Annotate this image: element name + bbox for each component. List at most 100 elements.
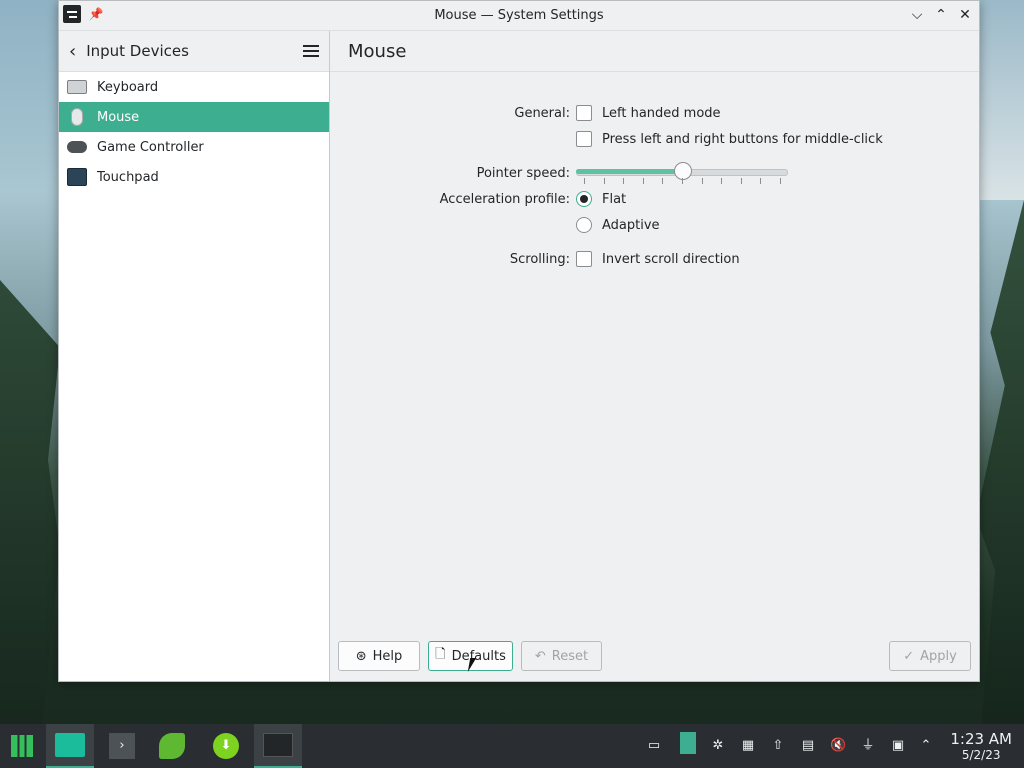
system-settings-app-icon[interactable] xyxy=(63,5,81,23)
network-icon[interactable]: ▣ xyxy=(890,738,906,754)
slider-tick xyxy=(701,178,703,184)
acceleration-label: Acceleration profile: xyxy=(439,191,570,207)
close-button[interactable]: ✕ xyxy=(957,5,973,25)
sidebar-item-label: Game Controller xyxy=(97,139,204,155)
adaptive-radio[interactable]: Adaptive xyxy=(576,217,660,233)
taskbar-software-center[interactable]: ⬇ xyxy=(204,724,248,768)
checkbox-label: Left handed mode xyxy=(602,105,721,121)
sidebar-item-label: Touchpad xyxy=(97,169,159,185)
pointer-speed-label: Pointer speed: xyxy=(476,165,570,181)
taskbar-app[interactable] xyxy=(150,724,194,768)
title-bar[interactable]: 📌 Mouse — System Settings ⌵ ⌃ ✕ xyxy=(59,1,979,31)
pager-icon[interactable] xyxy=(680,732,696,754)
defaults-label: Defaults xyxy=(451,648,506,664)
slider-tick xyxy=(642,178,644,184)
checkbox-box[interactable] xyxy=(576,105,592,121)
download-icon: ⬇ xyxy=(213,733,239,759)
slider-tick xyxy=(603,178,605,184)
hamburger-menu-icon[interactable] xyxy=(303,45,319,57)
slider-tick xyxy=(623,178,625,184)
pointer-speed-slider[interactable] xyxy=(576,161,788,185)
help-button[interactable]: ⊛ Help xyxy=(338,641,420,671)
updates-icon[interactable]: ⇧ xyxy=(770,738,786,754)
apply-button[interactable]: ✓ Apply xyxy=(889,641,971,671)
usb-device-icon[interactable]: ⏚ xyxy=(860,738,876,754)
slider-handle[interactable] xyxy=(674,162,692,180)
activity-icon[interactable]: ▦ xyxy=(740,738,756,754)
chevron-up-icon: ⌃ xyxy=(935,7,947,23)
middle-click-checkbox[interactable]: Press left and right buttons for middle-… xyxy=(576,131,883,147)
checkmark-icon: ✓ xyxy=(903,648,915,664)
sidebar-item-touchpad[interactable]: Touchpad xyxy=(59,162,329,192)
window-title: Mouse — System Settings xyxy=(434,8,604,23)
show-desktop-icon[interactable]: ▭ xyxy=(646,738,662,754)
general-label: General: xyxy=(514,105,570,121)
mouse-icon xyxy=(67,108,87,126)
application-launcher[interactable] xyxy=(0,724,44,768)
scrolling-label: Scrolling: xyxy=(509,251,570,267)
checkbox-label: Invert scroll direction xyxy=(602,251,740,267)
checkbox-label: Press left and right buttons for middle-… xyxy=(602,131,883,147)
clock-date: 5/2/23 xyxy=(961,748,1001,762)
content-area: Mouse General: Left handed mode Press le… xyxy=(330,31,979,681)
kde-connect-icon[interactable]: ✲ xyxy=(710,738,726,754)
acceleration-row: Acceleration profile: Flat xyxy=(330,187,930,211)
sidebar-item-mouse[interactable]: Mouse xyxy=(59,102,329,132)
reset-button[interactable]: ↶ Reset xyxy=(521,641,602,671)
page-title: Mouse xyxy=(330,31,979,72)
checkbox-box[interactable] xyxy=(576,131,592,147)
chevron-down-icon: ⌵ xyxy=(911,7,923,23)
sidebar-item-label: Keyboard xyxy=(97,79,159,95)
digital-clock[interactable]: 1:23 AM 5/2/23 xyxy=(950,730,1012,762)
chevron-left-icon: ‹ xyxy=(69,40,77,62)
system-settings-window: 📌 Mouse — System Settings ⌵ ⌃ ✕ ‹ Input … xyxy=(58,0,980,682)
keyboard-icon xyxy=(67,78,87,96)
invert-scroll-checkbox[interactable]: Invert scroll direction xyxy=(576,251,740,267)
slider-tick xyxy=(682,178,683,184)
pointer-speed-row: Pointer speed: xyxy=(330,161,930,185)
radio-button[interactable] xyxy=(576,217,592,233)
minimize-button[interactable]: ⌵ xyxy=(909,5,925,25)
slider-tick xyxy=(780,178,781,184)
footer-buttons: ⊛ Help 🗋 Defaults ↶ Reset ✓ Apply xyxy=(338,641,971,673)
back-button[interactable]: ‹ xyxy=(69,41,76,62)
taskbar-terminal[interactable]: › xyxy=(100,724,144,768)
folder-icon xyxy=(55,733,85,757)
terminal-icon: › xyxy=(109,733,135,759)
clipboard-icon[interactable]: ▤ xyxy=(800,738,816,754)
radio-label: Flat xyxy=(602,191,627,207)
app-leaf-icon xyxy=(159,733,185,759)
scrolling-row: Scrolling: Invert scroll direction xyxy=(330,247,930,271)
help-icon: ⊛ xyxy=(355,648,367,664)
general-row: General: Left handed mode xyxy=(330,101,930,125)
left-handed-checkbox[interactable]: Left handed mode xyxy=(576,105,721,121)
flat-radio[interactable]: Flat xyxy=(576,191,626,207)
help-label: Help xyxy=(372,648,403,664)
slider-tick xyxy=(662,178,664,184)
taskbar-file-manager[interactable] xyxy=(46,724,94,768)
adaptive-row: Adaptive xyxy=(330,213,930,237)
close-icon: ✕ xyxy=(959,7,971,23)
document-icon: 🗋 xyxy=(435,647,446,662)
sidebar-item-keyboard[interactable]: Keyboard xyxy=(59,72,329,102)
maximize-button[interactable]: ⌃ xyxy=(933,5,949,25)
manjaro-logo-icon xyxy=(11,735,33,757)
slider-tick xyxy=(721,178,723,184)
system-settings-icon xyxy=(263,733,293,757)
slider-tick xyxy=(740,178,742,184)
slider-tick xyxy=(760,178,762,184)
radio-label: Adaptive xyxy=(602,217,660,233)
radio-button[interactable] xyxy=(576,191,592,207)
taskbar-system-settings[interactable] xyxy=(254,724,302,768)
sidebar-item-game-controller[interactable]: Game Controller xyxy=(59,132,329,162)
pointer-speed-slider-wrap xyxy=(576,161,788,185)
volume-muted-icon[interactable]: 🔇 xyxy=(830,738,846,754)
undo-icon: ↶ xyxy=(534,648,546,664)
checkbox-box[interactable] xyxy=(576,251,592,267)
clock-time: 1:23 AM xyxy=(950,730,1012,748)
desktop-wallpaper-sky xyxy=(976,0,1024,200)
touchpad-icon xyxy=(67,168,87,186)
pin-icon[interactable]: 📌 xyxy=(87,7,105,21)
desktop-wallpaper-tree xyxy=(976,200,1024,730)
tray-expand-icon[interactable]: ⌃ xyxy=(918,738,934,754)
